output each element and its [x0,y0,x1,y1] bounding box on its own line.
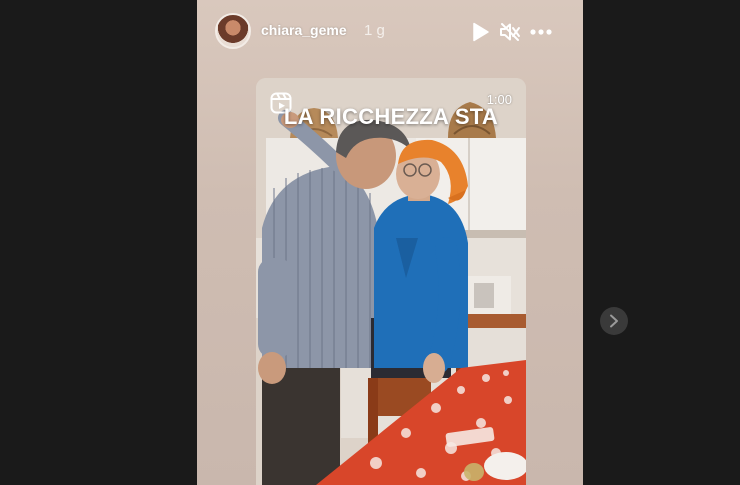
next-story-button[interactable] [600,307,628,335]
more-options-button[interactable] [529,20,553,44]
more-horizontal-icon [530,29,552,35]
play-icon [473,22,489,42]
chevron-right-icon [610,314,618,328]
story-username[interactable]: chiara_geme [261,22,347,38]
story-viewer: chiara_geme 1 g 1:00 LA RICCHEZZA STA [197,0,583,485]
speaker-muted-icon [500,23,520,41]
user-avatar[interactable] [215,13,251,49]
play-button[interactable] [469,20,493,44]
video-frame [256,78,526,485]
video-caption: LA RICCHEZZA STA [283,104,499,129]
story-video[interactable]: 1:00 LA RICCHEZZA STA [256,78,526,485]
story-header: chiara_geme 1 g [197,0,583,64]
mute-button[interactable] [498,20,522,44]
story-timestamp: 1 g [364,22,385,39]
